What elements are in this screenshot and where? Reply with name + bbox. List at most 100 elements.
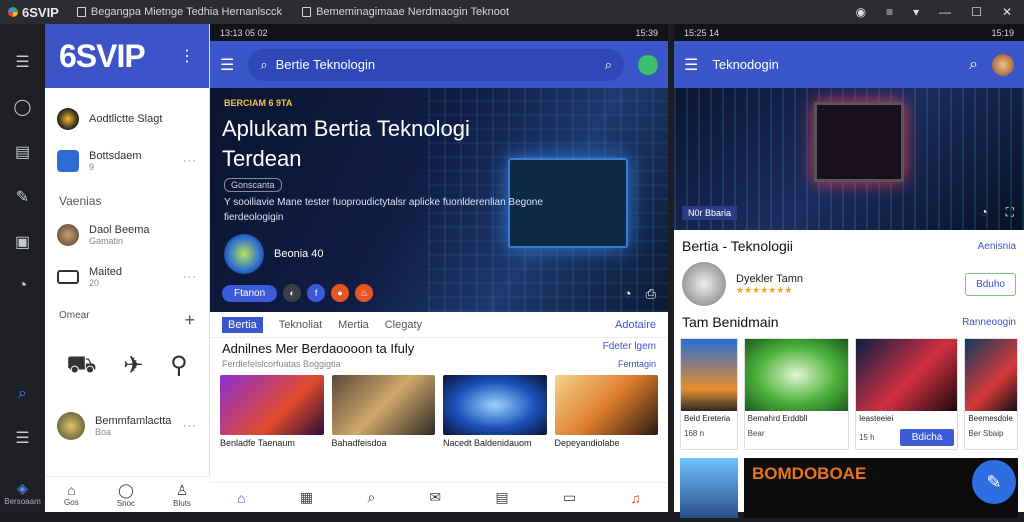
search-icon[interactable]: ⌕ (367, 489, 375, 506)
mail-icon[interactable]: ✉ (429, 489, 441, 506)
tab-teknoliat[interactable]: Teknoliat (279, 319, 322, 331)
app-bar-title: Teknodogin (712, 57, 779, 72)
thumbnail-image (220, 375, 324, 435)
tab-title: Begangpa Mietnge Tedhia Hernanlscck (90, 6, 283, 18)
rail-bottom-item[interactable]: ◈ Bersoaam (4, 480, 40, 506)
bottom-nav: ⌂ ▦ ⌕ ✉ ▤ ▭ ♫ (210, 482, 668, 512)
thumbnail-card[interactable]: Benladfe Taenaum (220, 375, 324, 448)
facebook-icon[interactable]: f (307, 284, 326, 302)
list-item[interactable]: Bottsdaem 9 ··· (45, 140, 209, 182)
search-icon[interactable]: ⌕ (18, 385, 27, 403)
author-name: Beonia 40 (274, 248, 324, 260)
hamburger-icon[interactable]: ☰ (684, 55, 698, 75)
clock-icon[interactable]: ◔ (624, 286, 632, 302)
hero-chip[interactable]: Gonscanta (224, 178, 282, 192)
share-icon[interactable]: ◐ (283, 284, 302, 302)
document-icon[interactable]: ▤ (15, 142, 30, 162)
hero-banner[interactable]: BERCIAM 6 9TA Aplukam Bertia Teknologi T… (210, 88, 668, 312)
brand-logo[interactable]: 6SVIP (59, 38, 146, 75)
list-item[interactable]: Maited 20 ··· (45, 256, 209, 298)
sync-icon[interactable]: ◉ (856, 5, 866, 19)
headline-link[interactable]: Fdeter lgem (603, 341, 656, 356)
expand-icon[interactable]: ⛶ (1006, 205, 1014, 220)
flame-icon[interactable]: ♨ (355, 284, 374, 302)
article-card[interactable]: Beld Ereteria 168 n (680, 338, 738, 450)
hero-banner[interactable]: N0r Bbaria ◔ ⛶ (674, 88, 1024, 230)
thumbnail-card[interactable]: Bahadfeisdoa (331, 375, 435, 448)
clock-icon[interactable]: ◔ (18, 277, 28, 295)
tab-clegaty[interactable]: Clegaty (385, 319, 422, 331)
profile-icon[interactable]: ◯ (14, 97, 32, 117)
card-image (855, 339, 958, 411)
promo-image[interactable] (680, 458, 738, 518)
article-card[interactable]: Bemahrd Erddbll Bear (743, 338, 849, 450)
app-logo[interactable]: 6SVIP (0, 5, 67, 20)
tab-bertia[interactable]: Bertia (222, 316, 263, 333)
section-link[interactable]: Aenisnia (978, 241, 1016, 252)
hero-right-icons: ◔ ⎙ (624, 286, 656, 302)
search-icon[interactable]: ⌕ (969, 56, 978, 74)
minimize-button[interactable]: — (939, 5, 951, 19)
home-icon[interactable]: ⌂ (237, 490, 245, 506)
tab-chat[interactable]: ◯ Snoc (117, 482, 135, 508)
more-icon[interactable]: ⋮ (179, 46, 195, 66)
extension-icon[interactable]: ▾ (913, 5, 919, 19)
list-item-sub: 20 (89, 278, 100, 288)
headline[interactable]: Adnilnes Mer Berdaoooon ta Ifuly (222, 341, 414, 356)
refresh-icon[interactable] (638, 54, 658, 75)
inbox-icon[interactable]: ▣ (15, 232, 30, 252)
maximize-button[interactable]: ☐ (971, 5, 982, 19)
reddit-icon[interactable]: ● (331, 284, 350, 302)
hamburger-icon[interactable]: ☰ (220, 55, 234, 75)
pen-icon[interactable]: ✎ (16, 187, 29, 207)
tabs-more-link[interactable]: Adotaire (615, 319, 656, 331)
hero-actions: Ftanon ◐ f ● ♨ (222, 284, 374, 302)
bookmark-icon[interactable]: ⎙ (646, 286, 656, 302)
read-button[interactable]: Ftanon (222, 284, 278, 302)
bell-icon[interactable]: ♫ (630, 490, 641, 506)
section-link[interactable]: Ranneoogin (962, 317, 1016, 328)
menu-icon[interactable]: ≡ (886, 5, 893, 19)
article-card[interactable]: Ieasteeiei 15 h Bdicha (854, 338, 959, 450)
hero-author[interactable]: Beonia 40 (224, 234, 324, 274)
search-icon[interactable]: ⌕ (605, 57, 612, 73)
avatar[interactable] (682, 262, 726, 306)
thumbnail-card[interactable]: Nacedt Baldenidauom (443, 375, 547, 448)
vehicle-icon[interactable]: ⛟ (66, 351, 96, 381)
card-row: Beld Ereteria 168 n Bemahrd Erddbll Bear… (674, 334, 1024, 454)
follow-button[interactable]: Bduho (965, 272, 1016, 296)
avatar[interactable] (992, 53, 1014, 76)
tool-icon[interactable]: ⚲ (170, 351, 188, 381)
tech-panel: 15:25 14 15:19 ☰ Teknodogin ⌕ N0r Bbaria… (674, 24, 1024, 518)
add-icon[interactable]: + (184, 310, 195, 331)
chat-icon[interactable]: ▭ (563, 489, 576, 506)
clock-icon[interactable]: ◔ (980, 205, 987, 220)
tab-profile[interactable]: ♙ Bluts (173, 482, 191, 508)
card-button[interactable]: Bdicha (899, 429, 955, 446)
list-item[interactable]: Aodtlictte Slagt (45, 98, 209, 140)
tab-mertia[interactable]: Mertia (338, 319, 369, 331)
browser-tab-2[interactable]: Bememinagimaae Nerdmaogin Teknoot (292, 0, 519, 24)
list-item[interactable]: Daol Beema Gamatin (45, 214, 209, 256)
tab-home[interactable]: ⌂ Gos (64, 482, 79, 507)
list-item[interactable]: Bemmfamlactta Boa ··· (45, 405, 209, 447)
more-icon[interactable]: ··· (183, 420, 197, 432)
thumbnail-card[interactable]: Depeyandiolabe (554, 375, 658, 448)
hamburger-icon[interactable]: ☰ (15, 52, 29, 72)
compose-button[interactable]: ✎ (972, 460, 1016, 504)
tab-label: Gos (64, 498, 79, 507)
document-icon[interactable]: ▤ (495, 489, 508, 506)
status-time: 13:13 05 02 (220, 27, 268, 38)
search-input[interactable]: ⌕ Bertie Teknologin ⌕ (248, 48, 624, 81)
hero-tag[interactable]: N0r Bbaria (682, 206, 738, 220)
file-icon (302, 7, 312, 17)
meta-link[interactable]: Ferntagin (618, 359, 656, 369)
plane-icon[interactable]: ✈ (123, 351, 143, 381)
more-icon[interactable]: ··· (183, 155, 197, 167)
more-icon[interactable]: ··· (183, 271, 197, 283)
browser-tab-1[interactable]: Begangpa Mietnge Tedhia Hernanlscck (67, 0, 292, 24)
list-icon[interactable]: ☰ (15, 428, 29, 448)
gallery-icon[interactable]: ▦ (300, 489, 313, 506)
article-card[interactable]: Beemesdole Ber Sbaip (964, 338, 1018, 450)
close-button[interactable]: ✕ (1002, 5, 1012, 19)
